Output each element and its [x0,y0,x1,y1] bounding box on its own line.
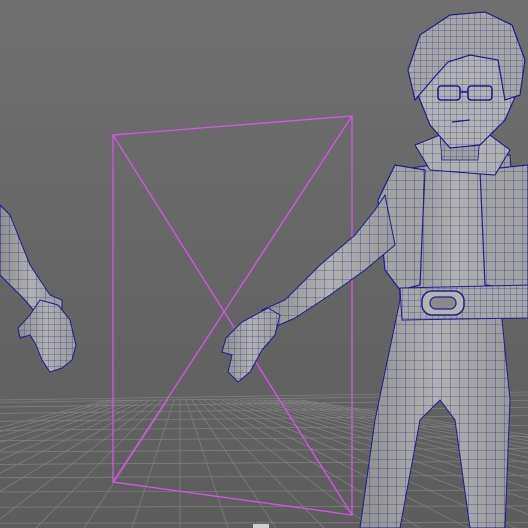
viewport-canvas[interactable] [0,0,528,528]
viewport-hud-marker [253,524,269,528]
3d-viewport[interactable] [0,0,528,528]
